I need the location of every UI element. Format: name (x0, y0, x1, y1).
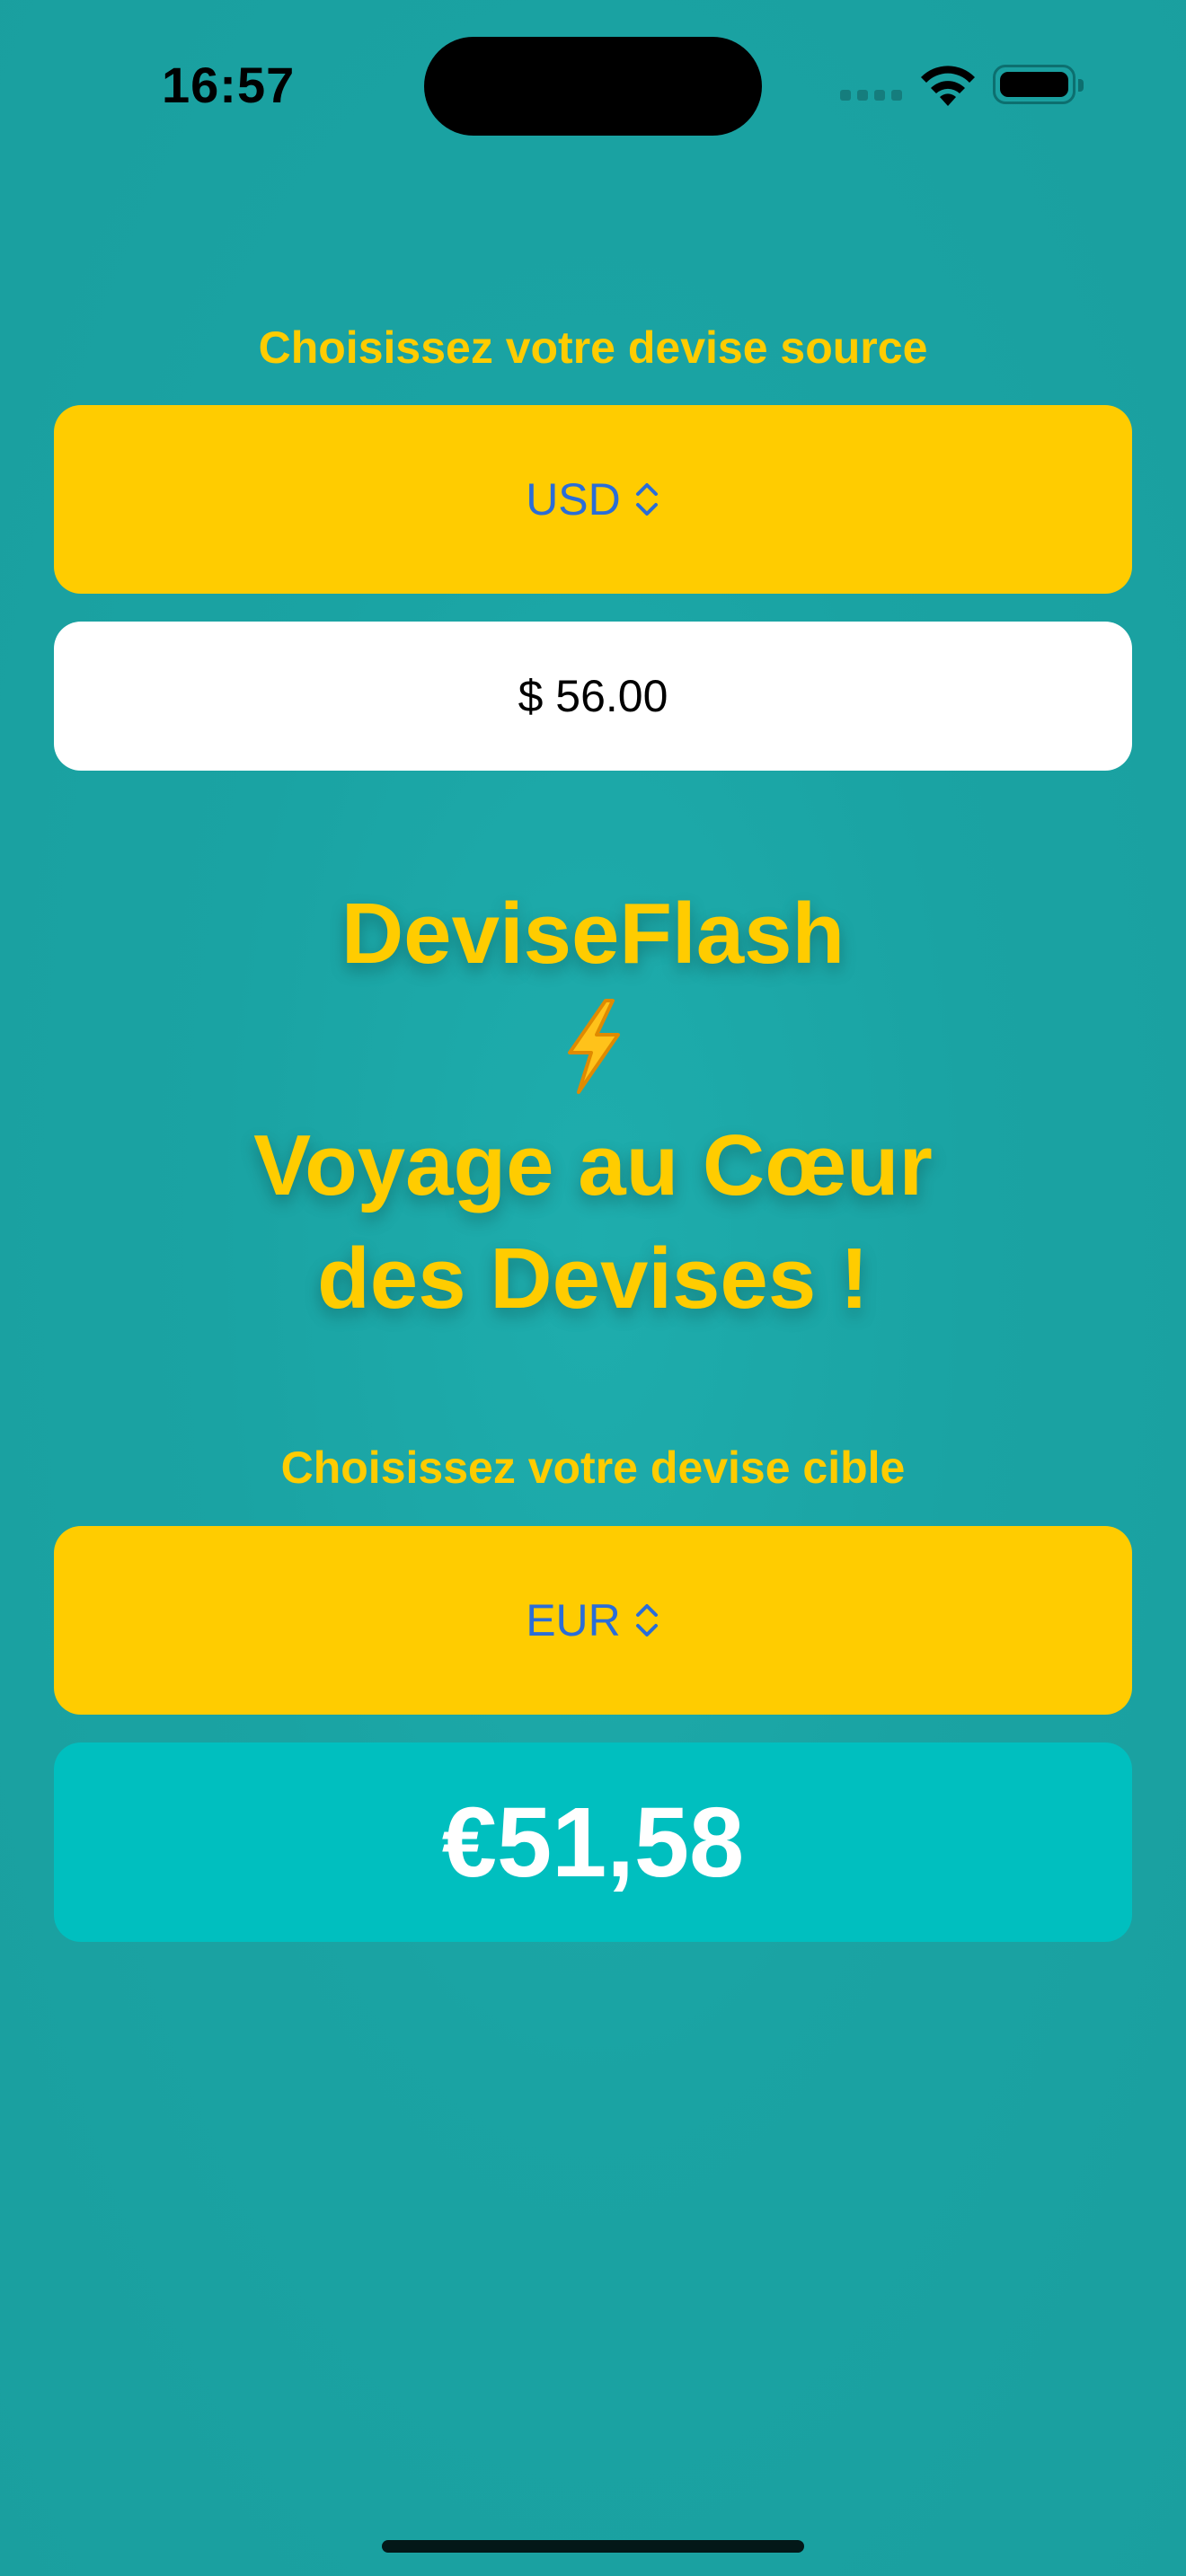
chevron-up-down-icon (635, 483, 658, 516)
battery-icon (993, 65, 1084, 104)
chevron-up-down-icon (635, 1604, 658, 1636)
target-currency-label: Choisissez votre devise cible (280, 1442, 906, 1493)
status-time: 16:57 (162, 57, 296, 113)
dynamic-island (424, 37, 762, 136)
lightning-bolt-icon (568, 999, 620, 1094)
target-currency-value: EUR (526, 1595, 621, 1645)
tagline-line-2: des Devises ! (317, 1231, 869, 1327)
converted-amount: €51,58 (54, 1742, 1132, 1942)
source-currency-picker[interactable]: USD (54, 405, 1132, 594)
tagline-line-1: Voyage au Cœur (253, 1117, 933, 1213)
app-tagline: Voyage au Cœur des Devises ! (0, 1109, 1186, 1336)
source-currency-value: USD (526, 474, 621, 525)
app-title: DeviseFlash (341, 886, 845, 982)
status-bar: 16:57 (0, 0, 1186, 171)
home-indicator[interactable] (382, 2540, 804, 2553)
wifi-icon (921, 66, 975, 106)
cellular-signal-icon (840, 90, 903, 101)
target-currency-picker[interactable]: EUR (54, 1526, 1132, 1715)
source-amount-input[interactable] (54, 622, 1132, 771)
source-currency-label: Choisissez votre devise source (258, 322, 928, 373)
